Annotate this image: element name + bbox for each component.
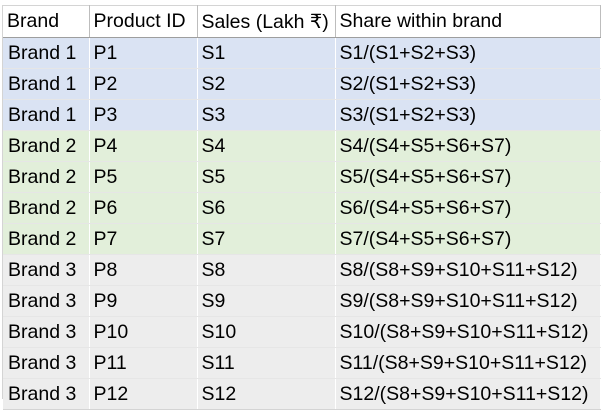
- cell-share[interactable]: S12/(S8+S9+S10+S11+S12): [335, 378, 601, 410]
- cell-share[interactable]: S3/(S1+S2+S3): [335, 99, 601, 131]
- table-row: Brand 1 P3 S3 S3/(S1+S2+S3): [3, 99, 601, 131]
- cell-share[interactable]: S4/(S4+S5+S6+S7): [335, 130, 601, 162]
- cell-share[interactable]: S6/(S4+S5+S6+S7): [335, 192, 601, 224]
- cell-brand[interactable]: Brand 2: [3, 130, 90, 162]
- cell-brand[interactable]: Brand 3: [3, 316, 90, 348]
- cell-share[interactable]: S1/(S1+S2+S3): [335, 37, 601, 69]
- cell-sales[interactable]: S5: [197, 161, 336, 193]
- table-row: Brand 1 P2 S2 S2/(S1+S2+S3): [3, 68, 601, 100]
- cell-sales[interactable]: S9: [197, 285, 336, 317]
- header-cell-product-id[interactable]: Product ID: [89, 5, 198, 38]
- cell-share[interactable]: S11/(S8+S9+S10+S11+S12): [335, 347, 601, 379]
- cell-product-id[interactable]: P10: [89, 316, 198, 348]
- spreadsheet-sheet: Brand Product ID Sales (Lakh ₹) Share wi…: [0, 0, 604, 410]
- cell-sales[interactable]: S1: [197, 37, 336, 69]
- header-cell-brand[interactable]: Brand: [3, 5, 90, 38]
- cell-brand[interactable]: Brand 3: [3, 378, 90, 410]
- cell-product-id[interactable]: P6: [89, 192, 198, 224]
- cell-sales[interactable]: S6: [197, 192, 336, 224]
- table-row: Brand 3 P10 S10 S10/(S8+S9+S10+S11+S12): [3, 316, 601, 348]
- cell-sales[interactable]: S8: [197, 254, 336, 286]
- table-row: Brand 2 P7 S7 S7/(S4+S5+S6+S7): [3, 223, 601, 255]
- cell-share[interactable]: S8/(S8+S9+S10+S11+S12): [335, 254, 601, 286]
- cell-product-id[interactable]: P9: [89, 285, 198, 317]
- table-row: Brand 2 P5 S5 S5/(S4+S5+S6+S7): [3, 161, 601, 193]
- cell-share[interactable]: S9/(S8+S9+S10+S11+S12): [335, 285, 601, 317]
- table-row: Brand 2 P4 S4 S4/(S4+S5+S6+S7): [3, 130, 601, 162]
- cell-product-id[interactable]: P7: [89, 223, 198, 255]
- cell-product-id[interactable]: P2: [89, 68, 198, 100]
- cell-share[interactable]: S7/(S4+S5+S6+S7): [335, 223, 601, 255]
- cell-brand[interactable]: Brand 1: [3, 68, 90, 100]
- cell-brand[interactable]: Brand 3: [3, 347, 90, 379]
- table-row: Brand 3 P8 S8 S8/(S8+S9+S10+S11+S12): [3, 254, 601, 286]
- table-row: Brand 1 P1 S1 S1/(S1+S2+S3): [3, 37, 601, 69]
- cell-product-id[interactable]: P4: [89, 130, 198, 162]
- cell-sales[interactable]: S12: [197, 378, 336, 410]
- cell-sales[interactable]: S2: [197, 68, 336, 100]
- cell-sales[interactable]: S3: [197, 99, 336, 131]
- cell-product-id[interactable]: P3: [89, 99, 198, 131]
- table-row: Brand 2 P6 S6 S6/(S4+S5+S6+S7): [3, 192, 601, 224]
- cell-product-id[interactable]: P11: [89, 347, 198, 379]
- table-row: Brand 3 P9 S9 S9/(S8+S9+S10+S11+S12): [3, 285, 601, 317]
- table-row: Brand 3 P11 S11 S11/(S8+S9+S10+S11+S12): [3, 347, 601, 379]
- header-cell-sales[interactable]: Sales (Lakh ₹): [197, 5, 336, 38]
- cell-brand[interactable]: Brand 3: [3, 254, 90, 286]
- cell-brand[interactable]: Brand 3: [3, 285, 90, 317]
- header-cell-share[interactable]: Share within brand: [335, 5, 601, 38]
- cell-product-id[interactable]: P12: [89, 378, 198, 410]
- header-row: Brand Product ID Sales (Lakh ₹) Share wi…: [3, 5, 601, 38]
- cell-sales[interactable]: S7: [197, 223, 336, 255]
- cell-brand[interactable]: Brand 1: [3, 99, 90, 131]
- cell-share[interactable]: S2/(S1+S2+S3): [335, 68, 601, 100]
- brand-share-table: Brand Product ID Sales (Lakh ₹) Share wi…: [3, 5, 601, 410]
- cell-share[interactable]: S10/(S8+S9+S10+S11+S12): [335, 316, 601, 348]
- cell-share[interactable]: S5/(S4+S5+S6+S7): [335, 161, 601, 193]
- cell-brand[interactable]: Brand 2: [3, 223, 90, 255]
- table-row: Brand 3 P12 S12 S12/(S8+S9+S10+S11+S12): [3, 378, 601, 410]
- cell-sales[interactable]: S4: [197, 130, 336, 162]
- cell-brand[interactable]: Brand 1: [3, 37, 90, 69]
- cell-sales[interactable]: S11: [197, 347, 336, 379]
- cell-sales[interactable]: S10: [197, 316, 336, 348]
- cell-brand[interactable]: Brand 2: [3, 192, 90, 224]
- cell-product-id[interactable]: P1: [89, 37, 198, 69]
- cell-brand[interactable]: Brand 2: [3, 161, 90, 193]
- cell-product-id[interactable]: P8: [89, 254, 198, 286]
- cell-product-id[interactable]: P5: [89, 161, 198, 193]
